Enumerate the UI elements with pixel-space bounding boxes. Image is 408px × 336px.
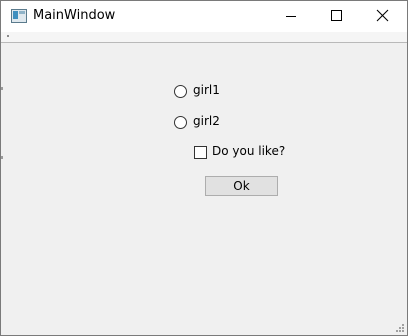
edge-mark [1, 156, 3, 159]
main-window: MainWindow girl1 girl2 Do you like? Ok [0, 0, 408, 336]
ok-button[interactable]: Ok [205, 176, 278, 196]
radio-girl1-label: girl1 [193, 83, 220, 97]
checkbox-label: Do you like? [212, 144, 286, 158]
menu-bar-grip [7, 35, 9, 37]
close-button[interactable] [361, 1, 407, 32]
maximize-button[interactable] [315, 1, 361, 32]
resize-grip[interactable] [396, 324, 404, 332]
window-title: MainWindow [33, 8, 116, 23]
app-window-icon [11, 9, 27, 23]
menu-bar [1, 32, 407, 43]
close-icon [376, 9, 389, 22]
edge-mark [1, 87, 3, 90]
maximize-icon [331, 10, 342, 21]
radio-button-circle[interactable] [174, 85, 187, 98]
radio-button-circle[interactable] [174, 116, 187, 129]
title-bar[interactable]: MainWindow [1, 1, 407, 32]
checkbox-box[interactable] [194, 146, 207, 159]
minimize-button[interactable] [269, 1, 315, 32]
radio-girl2-label: girl2 [193, 114, 220, 128]
minimize-icon [286, 16, 296, 17]
